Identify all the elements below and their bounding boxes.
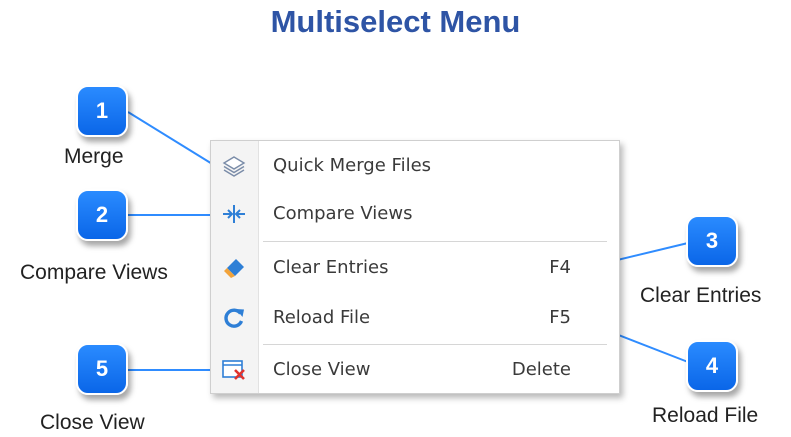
menu-item-quick-merge-files[interactable]: Quick Merge Files [211, 143, 619, 189]
compare-split-icon [223, 205, 245, 223]
menu-item-label: Compare Views [273, 203, 413, 224]
callout-badge-1: 1 [76, 85, 128, 137]
callout-label-close-view: Close View [40, 411, 145, 434]
menu-item-shortcut: F5 [549, 307, 571, 328]
callout-badge-4: 4 [686, 340, 738, 392]
callout-label-compare-views: Compare Views [20, 261, 168, 284]
menu-item-label: Reload File [273, 307, 371, 328]
eraser-icon [224, 259, 244, 278]
layers-icon [222, 156, 246, 177]
multiselect-context-menu: Quick Merge Files Compare Views Clear En… [210, 140, 620, 394]
callout-label-reload-file: Reload File [652, 404, 759, 427]
callout-badge-3: 3 [686, 215, 738, 267]
menu-item-label: Close View [273, 359, 371, 380]
menu-separator [263, 344, 607, 345]
menu-item-clear-entries[interactable]: Clear Entries F4 [211, 245, 619, 291]
menu-item-shortcut: Delete [511, 359, 571, 380]
leader-line-1 [127, 111, 223, 171]
menu-item-compare-views[interactable]: Compare Views [211, 191, 619, 237]
close-view-icon [222, 360, 245, 380]
menu-item-reload-file[interactable]: Reload File F5 [211, 295, 619, 341]
menu-item-close-view[interactable]: Close View Delete [211, 347, 619, 393]
menu-item-label: Quick Merge Files [273, 155, 432, 176]
menu-item-shortcut: F4 [549, 257, 571, 278]
menu-separator [263, 241, 607, 242]
menu-item-label: Clear Entries [273, 257, 389, 278]
callout-badge-5: 5 [76, 343, 128, 395]
callout-label-clear-entries: Clear Entries [640, 284, 762, 307]
callout-label-merge: Merge [64, 145, 124, 168]
callout-badge-2: 2 [76, 189, 128, 241]
reload-icon [224, 308, 244, 328]
